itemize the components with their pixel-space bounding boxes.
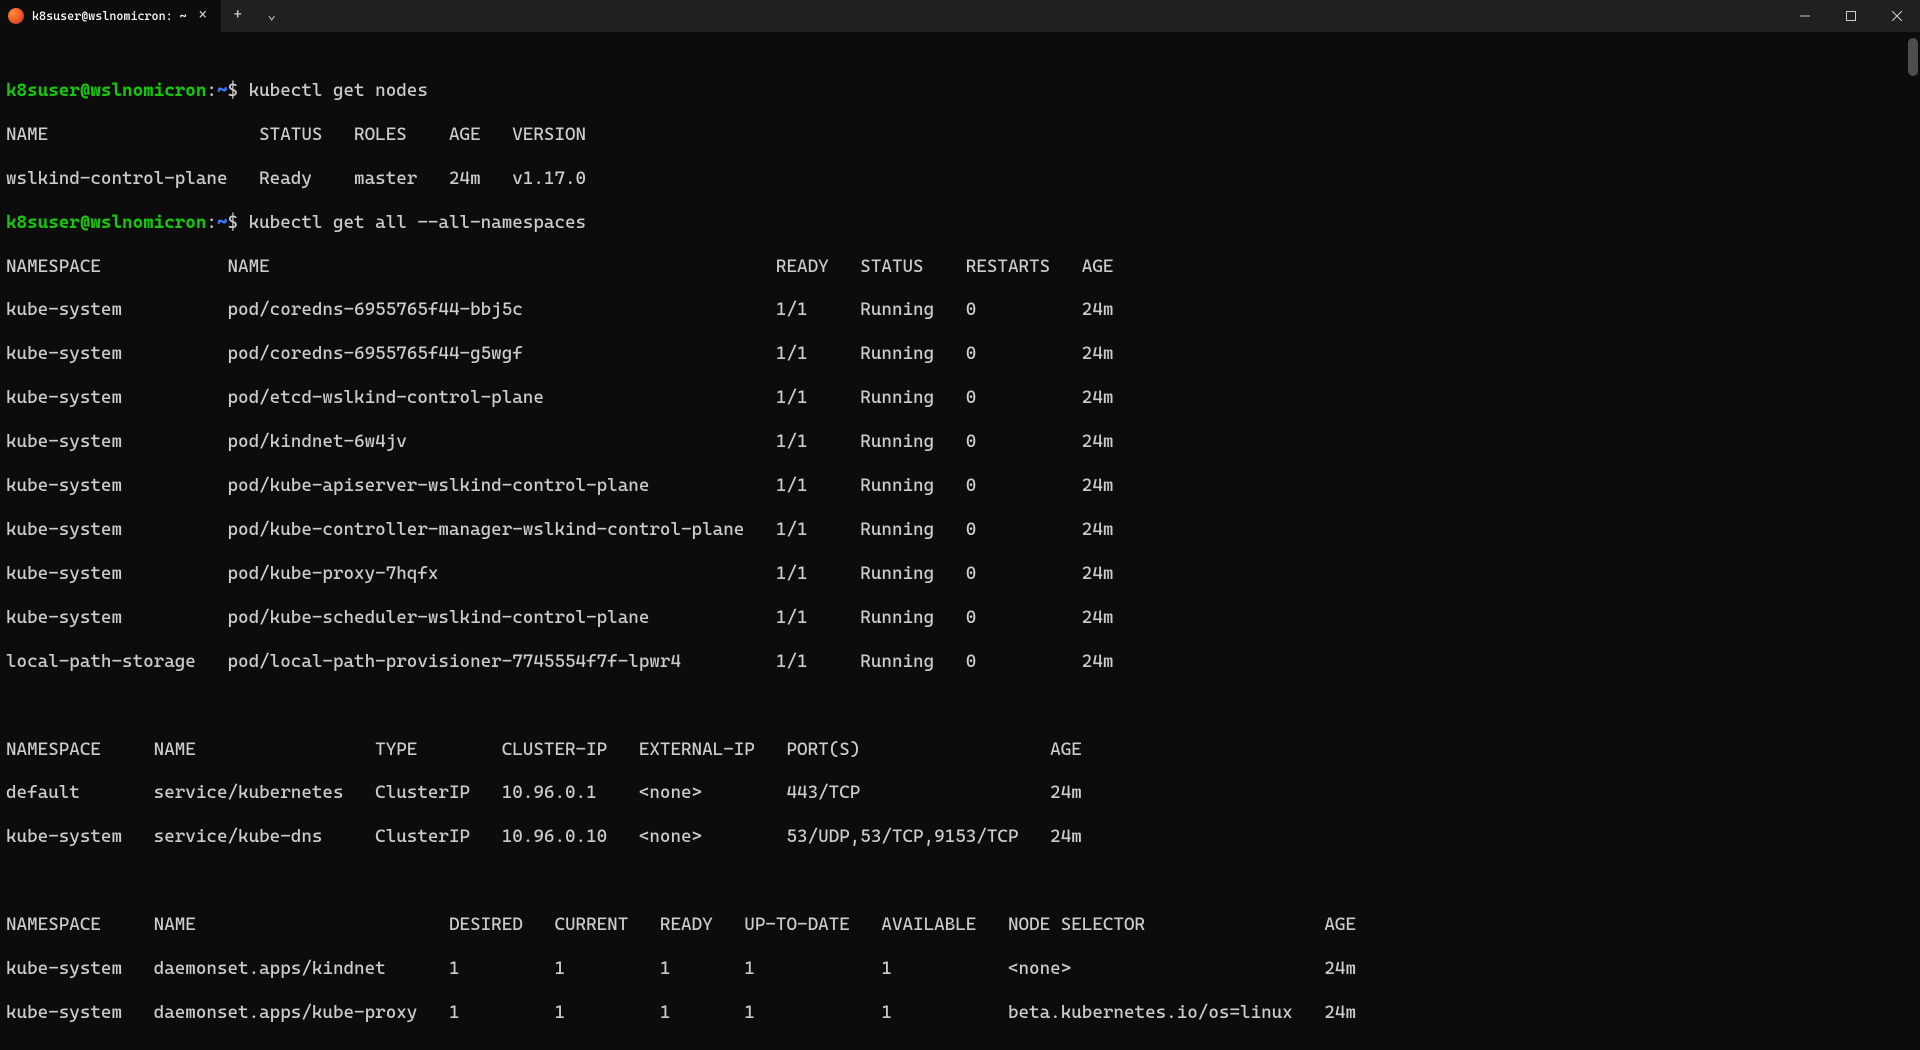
ds-row: kube-system daemonset.apps/kube-proxy 1 … [6, 1002, 1914, 1024]
scrollbar-thumb[interactable] [1908, 38, 1918, 76]
svc-row: kube-system service/kube-dns ClusterIP 1… [6, 826, 1914, 848]
pods-row: kube-system pod/etcd-wslkind-control-pla… [6, 387, 1914, 409]
ubuntu-icon [8, 8, 24, 24]
blank-line [6, 1046, 1914, 1050]
pods-row: kube-system pod/kube-apiserver-wslkind-c… [6, 475, 1914, 497]
pods-row: kube-system pod/kindnet-6w4jv 1/1 Runnin… [6, 431, 1914, 453]
svc-row: default service/kubernetes ClusterIP 10.… [6, 782, 1914, 804]
pods-header: NAMESPACE NAME READY STATUS RESTARTS AGE [6, 256, 1914, 278]
svc-header: NAMESPACE NAME TYPE CLUSTER-IP EXTERNAL-… [6, 739, 1914, 761]
command-2: kubectl get all --all-namespaces [249, 212, 587, 233]
pods-row: kube-system pod/kube-controller-manager-… [6, 519, 1914, 541]
pods-row: kube-system pod/kube-proxy-7hqfx 1/1 Run… [6, 563, 1914, 585]
blank-line [6, 695, 1914, 717]
nodes-row: wslkind-control-plane Ready master 24m v… [6, 168, 1914, 190]
terminal-viewport[interactable]: k8suser@wslnomicron:~$ kubectl get nodes… [0, 32, 1920, 1050]
tab-close-button[interactable]: × [195, 8, 211, 24]
prompt-user-host: k8suser@wslnomicron [6, 80, 206, 101]
ds-row: kube-system daemonset.apps/kindnet 1 1 1… [6, 958, 1914, 980]
tab-title: k8suser@wslnomicron: ~ [32, 9, 187, 24]
new-tab-button[interactable]: + [221, 0, 255, 32]
maximize-button[interactable] [1828, 0, 1874, 32]
pods-row: local-path-storage pod/local-path-provis… [6, 651, 1914, 673]
pods-row: kube-system pod/kube-scheduler-wslkind-c… [6, 607, 1914, 629]
tab-dropdown-button[interactable]: ⌄ [255, 0, 289, 32]
ds-header: NAMESPACE NAME DESIRED CURRENT READY UP-… [6, 914, 1914, 936]
prompt-line: k8suser@wslnomicron:~$ kubectl get all -… [6, 212, 1914, 234]
blank-line [6, 870, 1914, 892]
pods-row: kube-system pod/coredns-6955765f44-bbj5c… [6, 299, 1914, 321]
titlebar-drag-region[interactable] [289, 0, 1782, 32]
terminal-tab[interactable]: k8suser@wslnomicron: ~ × [0, 0, 221, 32]
prompt-cwd: ~ [217, 80, 228, 101]
minimize-button[interactable] [1782, 0, 1828, 32]
command-1: kubectl get nodes [249, 80, 428, 101]
window-close-button[interactable] [1874, 0, 1920, 32]
prompt-line: k8suser@wslnomicron:~$ kubectl get nodes [6, 80, 1914, 102]
window-controls [1782, 0, 1920, 32]
window-titlebar: k8suser@wslnomicron: ~ × + ⌄ [0, 0, 1920, 32]
pods-row: kube-system pod/coredns-6955765f44-g5wgf… [6, 343, 1914, 365]
nodes-header: NAME STATUS ROLES AGE VERSION [6, 124, 1914, 146]
